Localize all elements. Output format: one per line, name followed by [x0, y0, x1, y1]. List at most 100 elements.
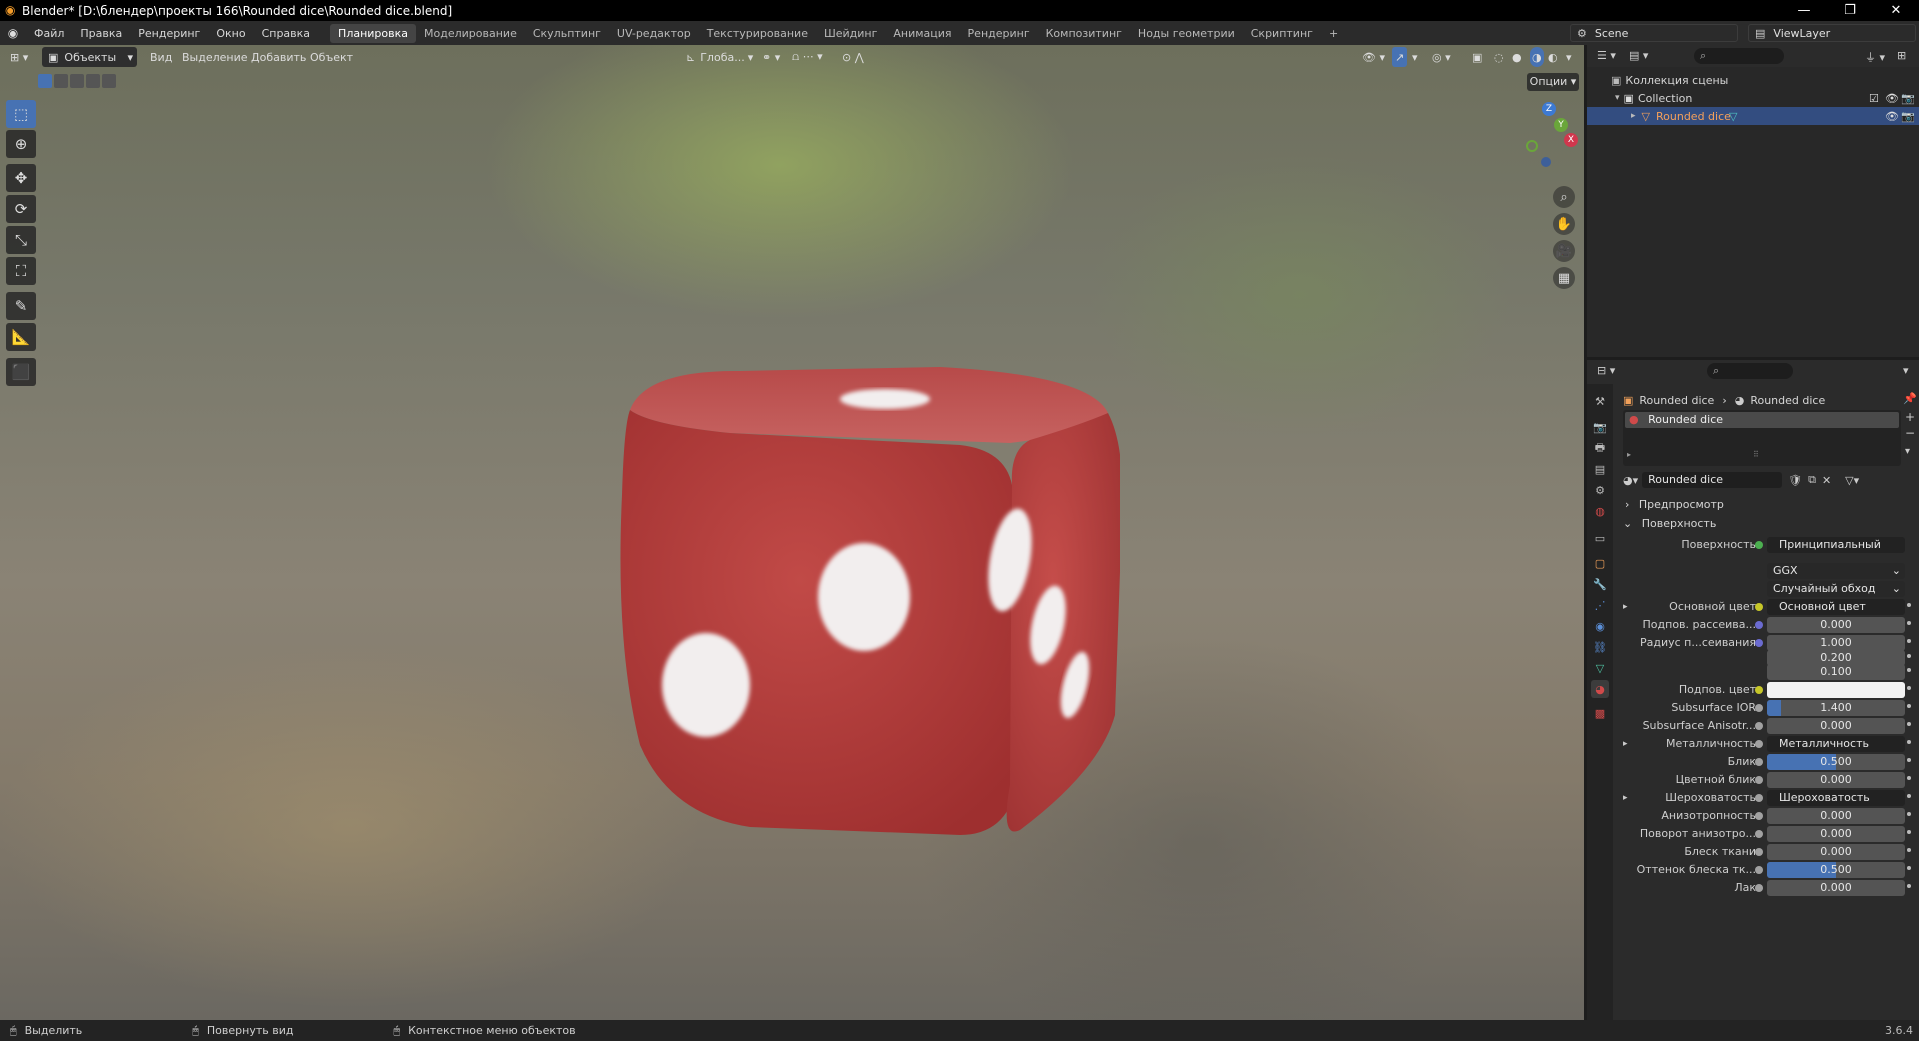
new-collection-icon[interactable]: ⊞: [1897, 49, 1906, 62]
input-socket-icon[interactable]: [1755, 884, 1763, 892]
keyframe-dot-icon[interactable]: [1907, 866, 1911, 870]
workspace-tab[interactable]: Скульптинг: [525, 24, 609, 43]
move-tool-icon[interactable]: ✥: [6, 164, 36, 192]
keyframe-dot-icon[interactable]: [1907, 686, 1911, 690]
transform-tool-icon[interactable]: ⛶: [6, 257, 36, 285]
modifier-tab-icon[interactable]: 🔧: [1591, 575, 1609, 593]
keyframe-dot-icon[interactable]: [1907, 812, 1911, 816]
chevron-down-icon[interactable]: ▾: [1566, 47, 1572, 67]
expand-icon[interactable]: ▸: [1623, 789, 1628, 807]
number-field[interactable]: 1.400: [1767, 700, 1905, 716]
input-socket-icon[interactable]: [1755, 794, 1763, 802]
collapse-icon[interactable]: ▾: [1615, 93, 1620, 103]
select-box-tool-icon[interactable]: ⬚: [6, 100, 36, 128]
number-field[interactable]: 0.100: [1767, 664, 1905, 680]
input-socket-icon[interactable]: [1755, 722, 1763, 730]
menu-item[interactable]: Правка: [72, 27, 130, 40]
outliner-scene-collection[interactable]: ▣ Коллекция сцены: [1587, 71, 1919, 89]
slot-specials-button[interactable]: ▾: [1905, 446, 1910, 457]
panel-preview-header[interactable]: › Предпросмотр: [1617, 496, 1915, 514]
breadcrumb-material[interactable]: Rounded dice: [1750, 394, 1825, 407]
workspace-tab[interactable]: Моделирование: [416, 24, 525, 43]
chevron-down-icon[interactable]: ▾: [1412, 47, 1418, 67]
gizmo-neg-y-axis[interactable]: [1526, 140, 1538, 152]
blender-menu-icon[interactable]: ◉: [0, 26, 26, 40]
add-workspace-button[interactable]: +: [1321, 24, 1346, 43]
editor-type-icon[interactable]: ⊟ ▾: [1597, 364, 1615, 377]
texture-tab-icon[interactable]: ▩: [1591, 704, 1609, 722]
workspace-tab[interactable]: Ноды геометрии: [1130, 24, 1243, 43]
scale-tool-icon[interactable]: ⤡: [6, 226, 36, 254]
subsurface-method-dropdown[interactable]: Случайный обход ⌄: [1767, 581, 1905, 597]
mesh-data-icon[interactable]: ▽: [1729, 110, 1737, 123]
measure-tool-icon[interactable]: 📐: [6, 323, 36, 351]
object-data-tab-icon[interactable]: ▽: [1591, 659, 1609, 677]
perspective-grid-icon[interactable]: ▦: [1553, 267, 1575, 289]
workspace-tab[interactable]: Анимация: [885, 24, 959, 43]
keyframe-dot-icon[interactable]: [1907, 848, 1911, 852]
fake-user-icon[interactable]: 🛡: [1788, 474, 1802, 487]
menu-item[interactable]: Окно: [208, 27, 253, 40]
particles-tab-icon[interactable]: ⋰: [1591, 596, 1609, 614]
input-socket-icon[interactable]: [1755, 848, 1763, 856]
keyframe-dot-icon[interactable]: [1907, 884, 1911, 888]
remove-slot-button[interactable]: −: [1905, 426, 1915, 440]
menu-select[interactable]: Выделение: [182, 47, 248, 67]
camera-view-icon[interactable]: 🎥: [1553, 240, 1575, 262]
select-extend-icon[interactable]: [54, 74, 68, 88]
gizmo-neg-z-axis[interactable]: [1541, 157, 1551, 167]
maximize-button[interactable]: ❐: [1827, 0, 1873, 21]
mode-selector[interactable]: ▣ Объекты ▾: [42, 47, 137, 67]
view-layer-selector[interactable]: ▤ ViewLayer: [1748, 24, 1916, 42]
menu-item[interactable]: Справка: [254, 27, 318, 40]
rendered-shading-icon[interactable]: ◐: [1548, 47, 1558, 67]
workspace-tab[interactable]: UV-редактор: [609, 24, 699, 43]
filter-icon[interactable]: ⏚ ▾: [1865, 49, 1885, 65]
unlink-icon[interactable]: ✕: [1822, 474, 1831, 487]
keyframe-dot-icon[interactable]: [1907, 704, 1911, 708]
workspace-tab[interactable]: Текстурирование: [699, 24, 816, 43]
material-slot-row[interactable]: ● Rounded dice: [1625, 412, 1899, 428]
chevron-down-icon[interactable]: ▾: [1903, 364, 1909, 377]
number-field[interactable]: 0.500: [1767, 754, 1905, 770]
keyframe-dot-icon[interactable]: [1907, 758, 1911, 762]
keyframe-dot-icon[interactable]: [1907, 722, 1911, 726]
material-link-icon[interactable]: ▽▾: [1845, 474, 1859, 487]
menu-item[interactable]: Рендеринг: [130, 27, 208, 40]
workspace-tab[interactable]: Скриптинг: [1243, 24, 1321, 43]
orientation-selector[interactable]: ⊾ Глоба... ▾: [686, 47, 753, 67]
outliner-object-row[interactable]: ▸ ▽ Rounded dice ▽ 👁 📷: [1587, 107, 1919, 125]
number-field[interactable]: 0.000: [1767, 826, 1905, 842]
keyframe-dot-icon[interactable]: [1907, 794, 1911, 798]
breadcrumb-object[interactable]: Rounded dice: [1639, 394, 1714, 407]
input-socket-icon[interactable]: [1755, 866, 1763, 874]
input-socket-icon[interactable]: [1755, 639, 1763, 647]
display-mode-icon[interactable]: ▤ ▾: [1629, 49, 1648, 62]
input-socket-icon[interactable]: [1755, 776, 1763, 784]
minimize-button[interactable]: —: [1781, 0, 1827, 21]
world-tab-icon[interactable]: ◍: [1591, 502, 1609, 520]
input-socket-icon[interactable]: [1755, 704, 1763, 712]
select-new-icon[interactable]: [38, 74, 52, 88]
wireframe-shading-icon[interactable]: ◌: [1494, 47, 1504, 67]
menu-add[interactable]: Добавить: [251, 47, 306, 67]
navigation-gizmo[interactable]: Z Y X: [1508, 100, 1582, 174]
expand-icon[interactable]: ▸: [1627, 450, 1631, 459]
pivot-icon[interactable]: ⚭ ▾: [762, 47, 780, 67]
resize-handle-icon[interactable]: ⠿: [1753, 450, 1759, 459]
number-field[interactable]: 0.000: [1767, 718, 1905, 734]
keyframe-dot-icon[interactable]: [1907, 830, 1911, 834]
duplicate-icon[interactable]: ⧉: [1808, 473, 1816, 487]
add-slot-button[interactable]: +: [1905, 410, 1915, 424]
workspace-tab[interactable]: Рендеринг: [960, 24, 1038, 43]
menu-object[interactable]: Объект: [310, 47, 353, 67]
pin-icon[interactable]: 📌: [1903, 392, 1917, 405]
xray-icon[interactable]: ▣: [1472, 47, 1482, 67]
menu-view[interactable]: Вид: [150, 47, 172, 67]
3d-viewport[interactable]: ⊞ ▾ ▣ Объекты ▾ Вид Выделение Добавить О…: [0, 45, 1584, 1020]
output-tab-icon[interactable]: 🖶: [1591, 439, 1609, 457]
eye-icon[interactable]: 👁: [1885, 92, 1899, 105]
keyframe-dot-icon[interactable]: [1907, 668, 1911, 672]
expand-icon[interactable]: ▸: [1623, 735, 1628, 753]
keyframe-dot-icon[interactable]: [1907, 740, 1911, 744]
